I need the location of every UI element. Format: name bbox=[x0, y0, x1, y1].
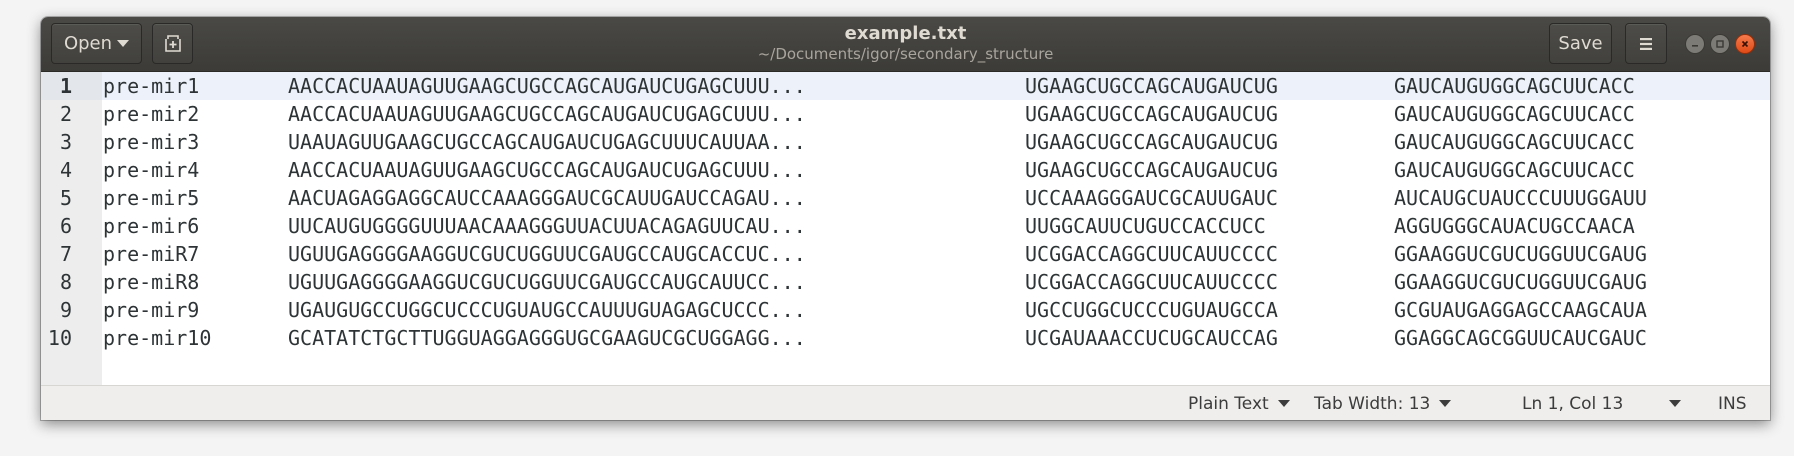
line-text-column-1: pre-mir2 bbox=[103, 102, 200, 126]
line-text-column-2: UGUUGAGGGGAAGGUCGUCUGGUUCGAUGCCAUGCACCUC… bbox=[288, 242, 806, 266]
status-bar: Plain Text Tab Width: 13 Ln 1, Col 13 IN… bbox=[41, 385, 1770, 420]
line-number: 10 bbox=[47, 326, 72, 350]
insert-mode-indicator: INS bbox=[1718, 386, 1747, 420]
language-label: Plain Text bbox=[1188, 393, 1269, 414]
line-number: 9 bbox=[59, 298, 72, 322]
editor-line[interactable]: 2 pre-mir2 AACCACUAAUAGUUGAAGCUGCCAGCAUGAU… bbox=[41, 100, 1770, 128]
line-text-column-1: pre-mir4 bbox=[103, 158, 200, 182]
line-text-column-3: UCCAAAGGGAUCGCAUUGAUC bbox=[1025, 186, 1278, 210]
line-text-column-3: UCGGACCAGGCUUCAUUCCCC bbox=[1025, 242, 1278, 266]
line-number: 5 bbox=[59, 186, 72, 210]
line-text-column-2: UUCAUGUGGGGUUUAACAAAGGGUUACUUACAGAGUUCAU… bbox=[288, 214, 806, 238]
line-text-column-1: pre-mir1 bbox=[103, 74, 200, 98]
cursor-position-label: Ln 1, Col 13 bbox=[1522, 393, 1624, 414]
editor-line[interactable]: 8 pre-miR8 UGUUGAGGGGAAGGUCGUCUGGUUCGAUGCC… bbox=[41, 268, 1770, 296]
line-text-column-1: pre-mir5 bbox=[103, 186, 200, 210]
line-text-column-3: UGAAGCUGCCAGCAUGAUCUG bbox=[1025, 130, 1278, 154]
line-text-column-2: AACCACUAAUAGUUGAAGCUGCCAGCAUGAUCUGAGCUUU… bbox=[288, 102, 806, 126]
line-text-column-3: UCGGACCAGGCUUCAUUCCCC bbox=[1025, 270, 1278, 294]
line-text-column-2: UGAUGUGCCUGGCUCCCUGUAUGCCAUUUGUAGAGCUCCC… bbox=[288, 298, 806, 322]
chevron-down-icon bbox=[1439, 400, 1452, 407]
line-text-column-3: UGAAGCUGCCAGCAUGAUCUG bbox=[1025, 102, 1278, 126]
line-text-column-4: GAUCAUGUGGCAGCUUCACC bbox=[1394, 130, 1635, 154]
line-text-column-4: GAUCAUGUGGCAGCUUCACC bbox=[1394, 74, 1635, 98]
line-text-column-1: pre-mir3 bbox=[103, 130, 200, 154]
line-text-column-1: pre-mir9 bbox=[103, 298, 200, 322]
line-number: 6 bbox=[59, 214, 72, 238]
editor-line[interactable]: 7 pre-miR7 UGUUGAGGGGAAGGUCGUCUGGUUCGAUGCC… bbox=[41, 240, 1770, 268]
line-text-column-3: UUGGCAUUCUGUCCACCUCC bbox=[1025, 214, 1266, 238]
line-text-column-4: GAUCAUGUGGCAGCUUCACC bbox=[1394, 102, 1635, 126]
line-text-column-2: UAAUAGUUGAAGCUGCCAGCAUGAUCUGAGCUUUCAUUAA… bbox=[288, 130, 806, 154]
line-text-column-4: GGAGGCAGCGGUUCAUCGAUC bbox=[1394, 326, 1647, 350]
maximize-icon bbox=[1716, 40, 1724, 48]
text-editor-area[interactable]: 1 pre-mir1 AACCACUAAUAGUUGAAGCUGCCAGCAUGAU… bbox=[41, 72, 1770, 385]
line-text-column-1: pre-miR7 bbox=[103, 242, 200, 266]
language-selector[interactable]: Plain Text bbox=[1188, 386, 1290, 420]
editor-line[interactable]: 9 pre-mir9 UGAUGUGCCUGGCUCCCUGUAUGCCAUUUGU… bbox=[41, 296, 1770, 324]
save-button[interactable]: Save bbox=[1549, 23, 1612, 64]
line-text-column-1: pre-miR8 bbox=[103, 270, 200, 294]
line-number: 1 bbox=[59, 74, 72, 98]
insert-mode-label: INS bbox=[1718, 393, 1747, 414]
line-text-column-4: GCGUAUGAGGAGCCAAGCAUA bbox=[1394, 298, 1647, 322]
line-text-column-2: GCATATCTGCTTUGGUAGGAGGGUGCGAAGUCGCUGGAGG… bbox=[288, 326, 806, 350]
close-icon bbox=[1741, 40, 1749, 48]
line-text-column-4: GGAAGGUCGUCUGGUUCGAUG bbox=[1394, 242, 1647, 266]
window-subtitle: ~/Documents/igor/secondary_structure bbox=[757, 45, 1054, 63]
header-bar: Open example.txt ~/Documents/igor/second… bbox=[41, 17, 1770, 72]
line-text-column-4: GGAAGGUCGUCUGGUUCGAUG bbox=[1394, 270, 1647, 294]
line-text-column-3: UGCCUGGCUCCCUGUAUGCCA bbox=[1025, 298, 1278, 322]
line-text-column-3: UCGAUAAACCUCUGCAUCCAG bbox=[1025, 326, 1278, 350]
tab-width-selector[interactable]: Tab Width: 13 bbox=[1314, 386, 1452, 420]
editor-line[interactable]: 4 pre-mir4 AACCACUAAUAGUUGAAGCUGCCAGCAUGAU… bbox=[41, 156, 1770, 184]
line-text-column-3: UGAAGCUGCCAGCAUGAUCUG bbox=[1025, 74, 1278, 98]
hamburger-menu-icon bbox=[1640, 37, 1652, 50]
editor-line[interactable]: 3 pre-mir3 UAAUAGUUGAAGCUGCCAGCAUGAUCUGAGC… bbox=[41, 128, 1770, 156]
chevron-down-icon bbox=[1669, 400, 1682, 407]
minimize-button[interactable] bbox=[1685, 34, 1705, 54]
maximize-button[interactable] bbox=[1710, 34, 1730, 54]
close-button[interactable] bbox=[1735, 34, 1755, 54]
line-number: 3 bbox=[59, 130, 72, 154]
text-editor-window: Open example.txt ~/Documents/igor/second… bbox=[41, 17, 1770, 420]
editor-line[interactable]: 6 pre-mir6 UUCAUGUGGGGUUUAACAAAGGGUUACUUAC… bbox=[41, 212, 1770, 240]
title-area: example.txt ~/Documents/igor/secondary_s… bbox=[41, 23, 1770, 63]
hamburger-menu-button[interactable] bbox=[1625, 23, 1667, 64]
chevron-down-icon bbox=[1277, 400, 1290, 407]
cursor-position-selector[interactable]: Ln 1, Col 13 bbox=[1522, 386, 1682, 420]
minimize-icon bbox=[1692, 45, 1698, 47]
line-text-column-1: pre-mir6 bbox=[103, 214, 200, 238]
editor-line[interactable]: 10 pre-mir10 GCATATCTGCTTUGGUAGGAGGGUGCGAA… bbox=[41, 324, 1770, 352]
line-text-column-4: GAUCAUGUGGCAGCUUCACC bbox=[1394, 158, 1635, 182]
line-text-column-2: AACCACUAAUAGUUGAAGCUGCCAGCAUGAUCUGAGCUUU… bbox=[288, 74, 806, 98]
editor-line[interactable]: 5 pre-mir5 AACUAGAGGAGGCAUCCAAAGGGAUCGCAUU… bbox=[41, 184, 1770, 212]
window-title: example.txt bbox=[844, 23, 967, 44]
line-text-column-1: pre-mir10 bbox=[103, 326, 212, 350]
line-text-column-4: AUCAUGCUAUCCCUUUGGAUU bbox=[1394, 186, 1647, 210]
line-number: 4 bbox=[59, 158, 72, 182]
line-number: 8 bbox=[59, 270, 72, 294]
line-text-column-2: AACUAGAGGAGGCAUCCAAAGGGAUCGCAUUGAUCCAGAU… bbox=[288, 186, 806, 210]
line-text-column-2: UGUUGAGGGGAAGGUCGUCUGGUUCGAUGCCAUGCAUUCC… bbox=[288, 270, 806, 294]
line-text-column-2: AACCACUAAUAGUUGAAGCUGCCAGCAUGAUCUGAGCUUU… bbox=[288, 158, 806, 182]
line-text-column-4: AGGUGGGCAUACUGCCAACA bbox=[1394, 214, 1635, 238]
tab-width-label: Tab Width: 13 bbox=[1314, 393, 1431, 414]
line-text-column-3: UGAAGCUGCCAGCAUGAUCUG bbox=[1025, 158, 1278, 182]
line-number: 7 bbox=[59, 242, 72, 266]
line-number: 2 bbox=[59, 102, 72, 126]
editor-line[interactable]: 1 pre-mir1 AACCACUAAUAGUUGAAGCUGCCAGCAUGAU… bbox=[41, 72, 1770, 100]
